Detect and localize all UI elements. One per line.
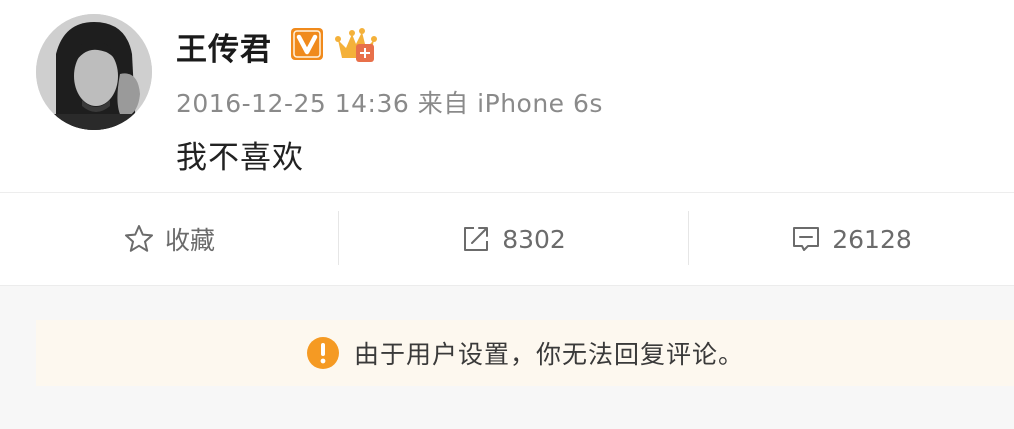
share-icon: [464, 227, 489, 251]
star-icon: [124, 225, 153, 252]
warning-icon: [306, 337, 339, 369]
avatar-image: [36, 14, 152, 130]
favorite-button[interactable]: 收藏: [0, 193, 338, 285]
username[interactable]: 王传君: [176, 24, 272, 69]
verified-v-icon[interactable]: [290, 27, 324, 61]
notice-text: 由于用户设置，你无法回复评论。: [353, 340, 744, 369]
divider: [0, 285, 1014, 286]
repost-count: 8302: [502, 224, 566, 254]
post-content: 我不喜欢: [176, 140, 304, 176]
favorite-label: 收藏: [164, 226, 215, 255]
repost-button[interactable]: 8302: [338, 193, 688, 285]
avatar[interactable]: [36, 14, 152, 130]
crown-icon[interactable]: [334, 26, 378, 64]
post-meta: 2016-12-25 14:36 来自 iPhone 6s: [176, 89, 603, 118]
comment-count: 26128: [832, 224, 912, 254]
weibo-post: 王传君 2016-12-25 14:36 来自 iPhone 6s 我不喜欢: [0, 0, 1014, 192]
comment-icon: [793, 227, 820, 251]
comment-button[interactable]: 26128: [688, 193, 1014, 285]
comment-disabled-notice: 由于用户设置，你无法回复评论。: [36, 320, 1014, 386]
action-bar: 收藏 8302 26128: [0, 193, 1014, 285]
